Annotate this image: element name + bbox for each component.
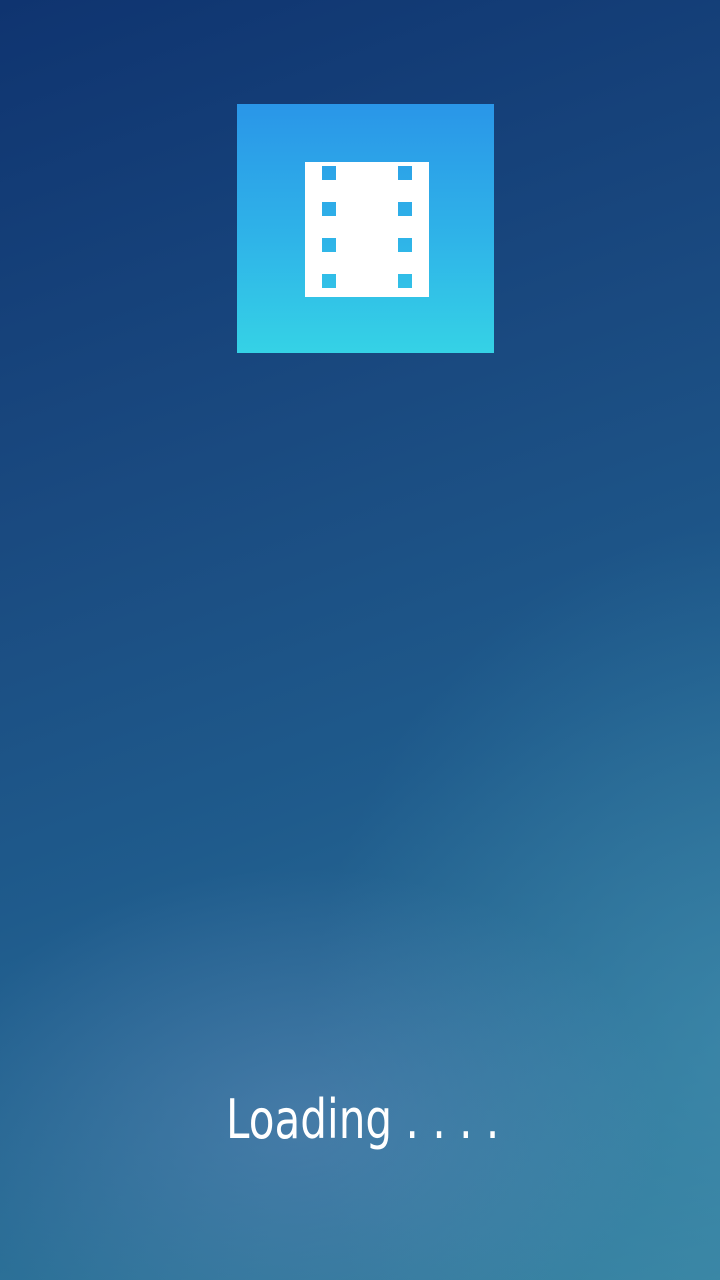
splash-screen: Loading . . . . (0, 0, 720, 1280)
film-strip-icon (305, 162, 429, 297)
loading-text: Loading . . . . (225, 1088, 500, 1151)
app-logo (237, 104, 494, 353)
